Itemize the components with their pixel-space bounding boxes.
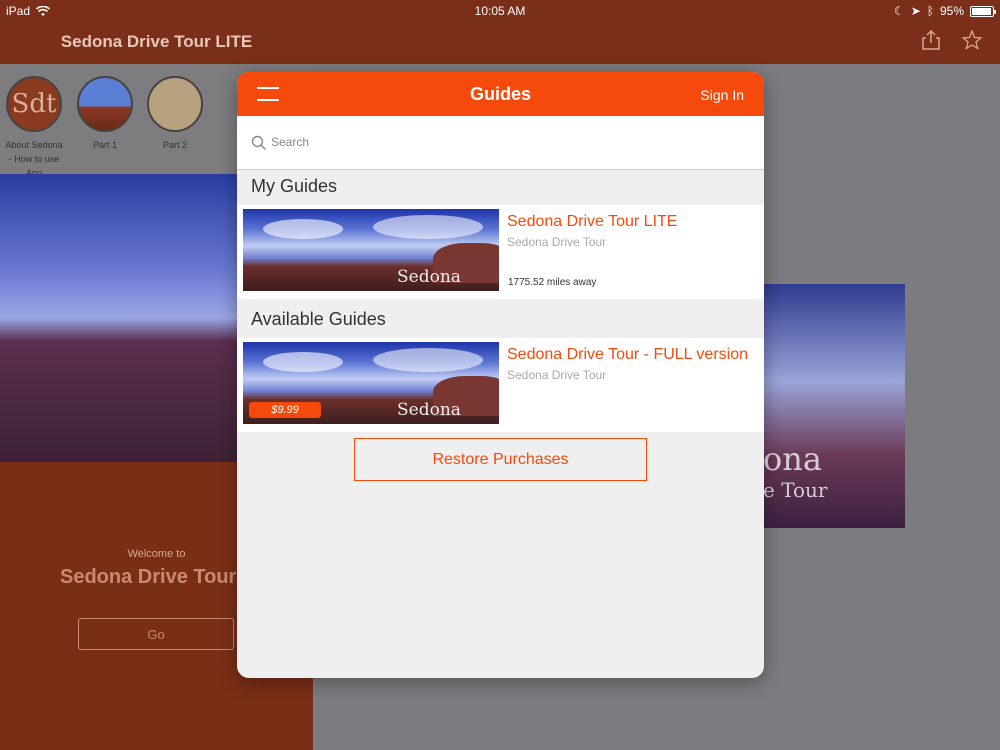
thumb-label: Part 2: [162, 140, 187, 150]
thumb-image: [147, 76, 203, 132]
my-guides-header: My Guides: [251, 176, 338, 196]
cloud-shape: [263, 352, 343, 372]
sign-in-button[interactable]: Sign In: [700, 87, 744, 103]
battery-fill: [972, 7, 991, 15]
guide-title: Sedona Drive Tour LITE: [507, 213, 678, 230]
status-right: ☾ ➤ ᛒ 95%: [893, 4, 996, 18]
search-bar: [237, 116, 764, 170]
left-nav-title: Sedona Drive Tour LITE: [60, 32, 253, 51]
sdt-logo: Sdt: [6, 76, 62, 132]
search-input[interactable]: [271, 131, 741, 153]
moon-icon: ☾: [893, 4, 905, 18]
cloud-shape: [373, 215, 483, 239]
restore-purchases-button[interactable]: Restore Purchases: [354, 438, 647, 481]
location-icon: ➤: [910, 4, 921, 18]
modal-title: Guides: [469, 84, 531, 104]
thumb-part-2[interactable]: Part 2: [145, 76, 205, 152]
cloud-shape: [263, 219, 343, 239]
thumb-part-1[interactable]: Part 1: [75, 76, 135, 152]
bluetooth-icon: ᛒ: [926, 4, 934, 18]
guide-thumbnail: Sedona: [243, 209, 499, 291]
right-hero-subtext: e Tour: [763, 478, 828, 502]
cloud-shape: [373, 348, 483, 372]
status-bar: iPad 10:05 AM ☾ ➤ ᛒ 95%: [0, 0, 1000, 22]
my-guide-row[interactable]: Sedona Sedona Drive Tour LITE Sedona Dri…: [237, 205, 764, 299]
available-guide-row[interactable]: Sedona $9.99 Sedona Drive Tour - FULL ve…: [237, 338, 764, 432]
guide-subtitle: Sedona Drive Tour: [507, 235, 607, 249]
status-time: 10:05 AM: [474, 4, 526, 18]
battery-icon: [970, 5, 996, 17]
share-icon[interactable]: [922, 30, 940, 50]
thumbnail-text: Sedona: [397, 400, 461, 420]
search-icon: [251, 135, 266, 150]
available-guides-header: Available Guides: [251, 309, 386, 329]
thumb-label: Part 1: [92, 140, 117, 150]
guide-thumbnail: Sedona $9.99: [243, 342, 499, 424]
guide-subtitle: Sedona Drive Tour: [507, 368, 607, 382]
guide-distance: 1775.52 miles away: [508, 277, 597, 288]
thumb-image: [77, 76, 133, 132]
guide-title: Sedona Drive Tour - FULL version: [507, 346, 748, 363]
right-nav-icons: [922, 30, 982, 50]
thumb-about[interactable]: Sdt About Sedona - How to use App: [4, 76, 64, 180]
price-badge[interactable]: $9.99: [249, 402, 321, 418]
battery-percent: 95%: [939, 4, 964, 18]
guides-modal: Guides Sign In My Guides Sedona Sedona D…: [237, 72, 764, 678]
right-hero-text: ona: [763, 440, 822, 478]
star-icon[interactable]: [962, 30, 982, 50]
go-button[interactable]: Go: [78, 618, 234, 650]
modal-header: Guides Sign In: [237, 72, 764, 116]
thumbnail-text: Sedona: [397, 267, 461, 287]
